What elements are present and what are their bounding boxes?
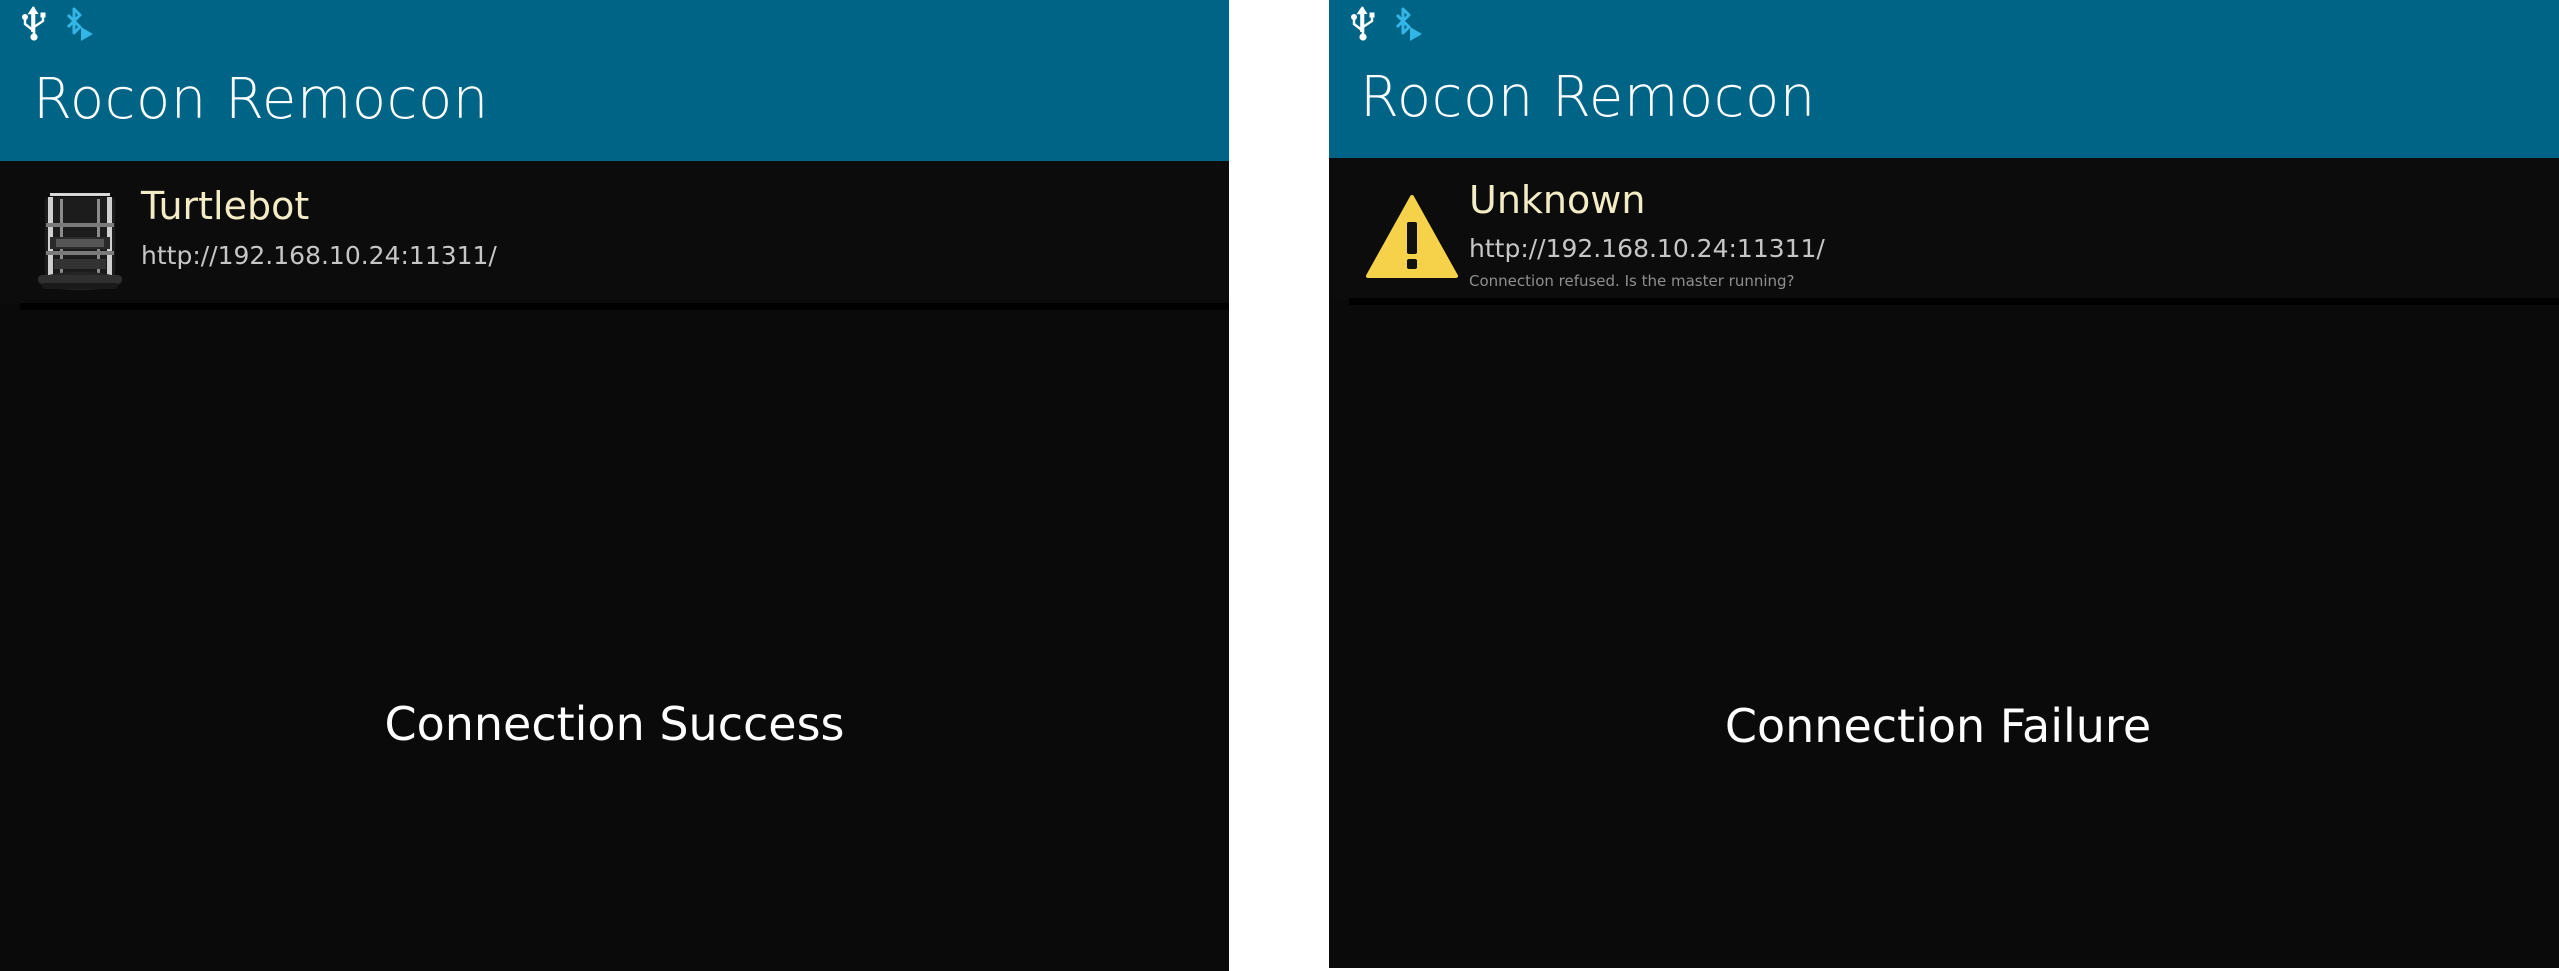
warning-icon: [1365, 194, 1459, 280]
bluetooth-icon: [1391, 5, 1425, 43]
list-divider: [1349, 298, 2559, 305]
master-uri: http://192.168.10.24:11311/: [1469, 234, 1825, 263]
app-title: Rocon Remocon: [1360, 65, 1816, 130]
status-bar: [1349, 4, 1425, 44]
status-bar: [20, 4, 96, 44]
screen-connection-failure: Rocon Remocon Unknown http://192.168.10.…: [1329, 0, 2559, 968]
caption: Connection Failure: [1724, 699, 2152, 753]
caption: Connection Success: [384, 697, 845, 751]
usb-icon: [1349, 5, 1377, 43]
app-bar: Rocon Remocon: [1329, 0, 2559, 158]
turtlebot-robot-icon: [36, 189, 124, 293]
bluetooth-icon: [62, 5, 96, 43]
app-title: Rocon Remocon: [33, 67, 489, 132]
list-divider: [20, 303, 1229, 310]
usb-icon: [20, 5, 48, 43]
connection-error-message: Connection refused. Is the master runnin…: [1469, 272, 1795, 290]
screen-connection-success: Rocon Remocon Turtlebot http://192.168.1…: [0, 0, 1229, 971]
master-name: Turtlebot: [141, 184, 310, 228]
master-list-item[interactable]: Turtlebot http://192.168.10.24:11311/: [0, 161, 1229, 304]
app-bar: Rocon Remocon: [0, 0, 1229, 161]
master-name: Unknown: [1469, 178, 1646, 222]
master-uri: http://192.168.10.24:11311/: [141, 241, 497, 270]
master-list-item[interactable]: Unknown http://192.168.10.24:11311/ Conn…: [1329, 158, 2559, 300]
